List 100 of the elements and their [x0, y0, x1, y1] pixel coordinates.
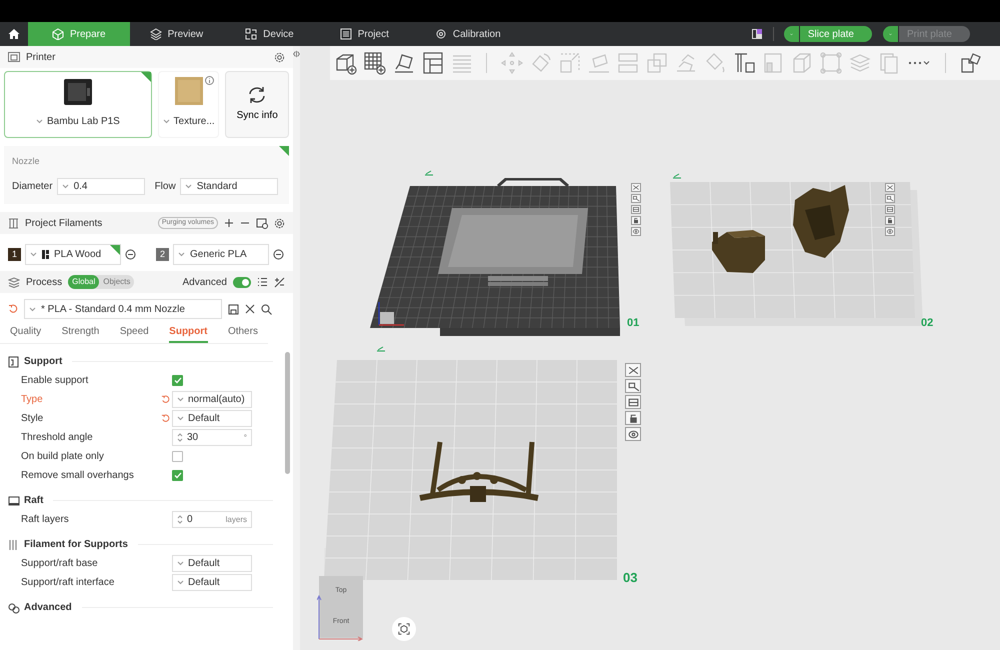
collapse-icon[interactable]: [293, 50, 300, 58]
device-icon: [245, 28, 258, 40]
remove-icon[interactable]: [273, 249, 284, 260]
printer-icon: [62, 78, 93, 106]
reset-icon[interactable]: [161, 394, 170, 404]
settings-tab[interactable]: Strength: [62, 322, 100, 343]
build-plate-drawing[interactable]: [370, 178, 620, 336]
arrange-button[interactable]: [885, 194, 895, 203]
save-icon[interactable]: [228, 304, 239, 314]
spin-field[interactable]: 0 layers: [172, 511, 252, 528]
nav-tab[interactable]: Device: [223, 22, 316, 46]
setting-label: Threshold angle: [21, 431, 94, 445]
settings-button[interactable]: [625, 427, 641, 441]
spinner-icon: [177, 514, 183, 525]
section-title: Project Filaments: [25, 216, 102, 230]
nav-tab[interactable]: Project: [316, 22, 413, 46]
settings-tab[interactable]: Quality: [10, 322, 42, 343]
orient-icon: [886, 206, 894, 213]
settings-icon: [626, 428, 640, 440]
checkbox[interactable]: [172, 451, 183, 462]
filament-select[interactable]: PLA Wood: [25, 244, 121, 265]
orient-button[interactable]: [885, 205, 895, 214]
plate-type[interactable]: Texture...: [162, 114, 215, 129]
setting-label: Enable support: [21, 374, 90, 388]
list-icon[interactable]: [257, 277, 268, 287]
close-icon: [886, 184, 894, 191]
setting-label: Support/raft interface: [21, 576, 116, 590]
printer-card[interactable]: Bambu Lab P1S: [4, 71, 152, 138]
settings-button[interactable]: [631, 227, 641, 236]
info-icon: [205, 76, 214, 85]
lock-button[interactable]: [631, 216, 641, 225]
camera-button[interactable]: [392, 617, 416, 641]
orient-button[interactable]: [625, 395, 641, 409]
settings-icon[interactable]: [274, 218, 285, 228]
checkbox[interactable]: [172, 375, 183, 386]
close-button[interactable]: [625, 363, 641, 377]
edit-icon[interactable]: [376, 346, 386, 352]
advanced-switch[interactable]: [233, 276, 251, 288]
dropdown-button[interactable]: [784, 26, 800, 42]
edit-icon[interactable]: [424, 170, 434, 176]
process-icon: [8, 276, 20, 288]
close-button[interactable]: [631, 183, 641, 192]
grid-plus-tool[interactable]: [362, 50, 387, 76]
settings-icon[interactable]: [274, 52, 285, 62]
layout-icon: [420, 51, 444, 75]
layout-icon[interactable]: [750, 28, 763, 40]
puzzle-icon: [958, 51, 982, 75]
plus-icon[interactable]: [224, 218, 234, 228]
support-icon: [8, 356, 20, 368]
arrange-button[interactable]: [625, 379, 641, 393]
search-icon[interactable]: [261, 304, 272, 314]
lock-button[interactable]: [885, 216, 895, 225]
chevron-icon: [36, 119, 44, 124]
lock-button[interactable]: [625, 411, 641, 425]
sync-icon[interactable]: [256, 218, 268, 228]
setting-label: On build plate only: [21, 450, 105, 464]
field-label: Diameter: [12, 180, 53, 194]
reset-icon[interactable]: [8, 304, 18, 314]
arrange-button[interactable]: [631, 194, 641, 203]
reset-icon[interactable]: [161, 414, 170, 423]
settings-button[interactable]: [885, 227, 895, 236]
corner-frame-icon: [818, 51, 842, 75]
close-icon: [626, 364, 640, 376]
select-field[interactable]: Default: [172, 555, 252, 572]
arrange-icon: [626, 380, 640, 392]
model-drawing[interactable]: [712, 185, 849, 273]
checkbox[interactable]: [172, 470, 183, 481]
setting-label: Type: [21, 393, 44, 407]
select-field[interactable]: Default: [172, 574, 252, 591]
nav-tab[interactable]: Calibration: [412, 22, 523, 46]
printer-name[interactable]: Bambu Lab P1S: [36, 114, 120, 129]
orient-button[interactable]: [631, 205, 641, 214]
edit-icon[interactable]: [672, 173, 682, 179]
lock-icon: [886, 217, 894, 224]
printer-icon: [8, 52, 20, 62]
select-field[interactable]: normal(auto): [172, 391, 252, 408]
orient-icon: [626, 396, 640, 408]
diameter-select[interactable]: 0.4: [56, 178, 145, 195]
plate-card[interactable]: Texture...: [158, 71, 220, 138]
settings-tab[interactable]: Speed: [120, 322, 149, 343]
close-button[interactable]: [885, 183, 895, 192]
close-icon[interactable]: [245, 304, 255, 314]
nav-tab[interactable]: Preview: [130, 22, 224, 46]
sync-button[interactable]: Sync info: [225, 71, 289, 138]
model-drawing[interactable]: [419, 440, 539, 502]
remove-icon[interactable]: [125, 249, 136, 260]
filament-select[interactable]: Generic PLA: [173, 244, 269, 265]
chevron-icon: [162, 119, 170, 124]
settings-tab[interactable]: Others: [228, 322, 258, 343]
scrollbar[interactable]: [285, 352, 290, 474]
gears-icon: [8, 602, 20, 614]
select-field[interactable]: Default: [172, 410, 252, 427]
compare-icon[interactable]: [274, 276, 285, 288]
filament-swatch: 2: [156, 248, 169, 261]
preset-select[interactable]: * PLA - Standard 0.4 mm Nozzle: [24, 299, 222, 319]
flow-select[interactable]: Standard: [180, 178, 278, 195]
cube-icon: [52, 28, 64, 40]
arrange-icon: [632, 195, 640, 202]
cut-icon: [616, 51, 640, 75]
spin-field[interactable]: 30 °: [172, 429, 252, 446]
